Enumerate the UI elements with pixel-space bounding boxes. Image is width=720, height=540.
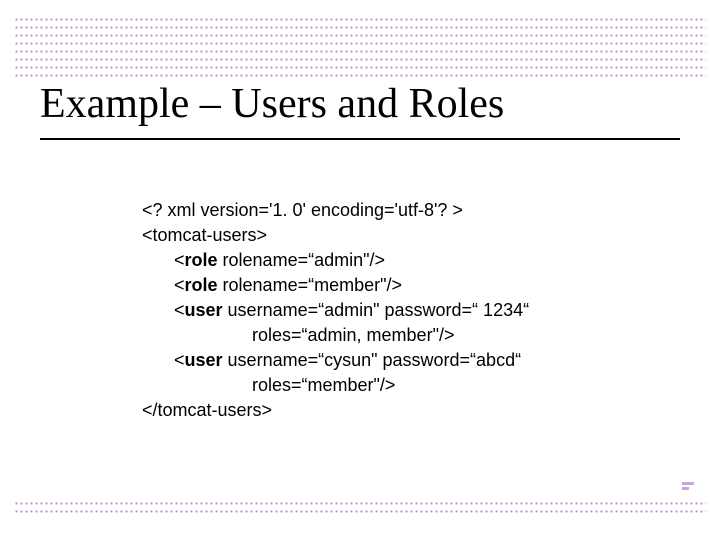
corner-accent-icon [682, 478, 696, 492]
code-text: rolename=“admin"/> [218, 250, 385, 270]
code-line: <user username=“admin" password=“ 1234“ [142, 298, 529, 323]
title-block: Example – Users and Roles [40, 80, 680, 140]
code-text: username=“cysun" password=“abcd“ [223, 350, 522, 370]
dotted-line [14, 42, 706, 45]
code-text: < [174, 350, 185, 370]
dotted-line [14, 66, 706, 69]
code-line: <tomcat-users> [142, 223, 529, 248]
dotted-line [14, 74, 706, 77]
slide-title: Example – Users and Roles [40, 80, 680, 128]
code-line: <? xml version='1. 0' encoding='utf-8'? … [142, 198, 529, 223]
code-line: roles=“member"/> [142, 373, 529, 398]
code-line: <role rolename=“admin"/> [142, 248, 529, 273]
code-line: </tomcat-users> [142, 398, 529, 423]
code-line: <user username=“cysun" password=“abcd“ [142, 348, 529, 373]
dotted-line [14, 34, 706, 37]
code-text: < [174, 275, 185, 295]
code-bold: role [185, 275, 218, 295]
bottom-dotted-rules [14, 502, 706, 518]
code-line: <role rolename=“member"/> [142, 273, 529, 298]
code-text: rolename=“member"/> [218, 275, 402, 295]
dotted-line [14, 18, 706, 21]
dotted-line [14, 502, 706, 505]
code-block: <? xml version='1. 0' encoding='utf-8'? … [142, 198, 529, 423]
code-text: < [174, 300, 185, 320]
title-underline [40, 138, 680, 140]
slide: Example – Users and Roles <? xml version… [0, 0, 720, 540]
code-text: username=“admin" password=“ 1234“ [223, 300, 530, 320]
code-bold: user [185, 300, 223, 320]
code-line: roles=“admin, member"/> [142, 323, 529, 348]
code-bold: role [185, 250, 218, 270]
code-bold: user [185, 350, 223, 370]
dotted-line [14, 510, 706, 513]
code-text: < [174, 250, 185, 270]
dotted-line [14, 26, 706, 29]
dotted-line [14, 50, 706, 53]
dotted-line [14, 58, 706, 61]
top-dotted-rules [14, 18, 706, 82]
